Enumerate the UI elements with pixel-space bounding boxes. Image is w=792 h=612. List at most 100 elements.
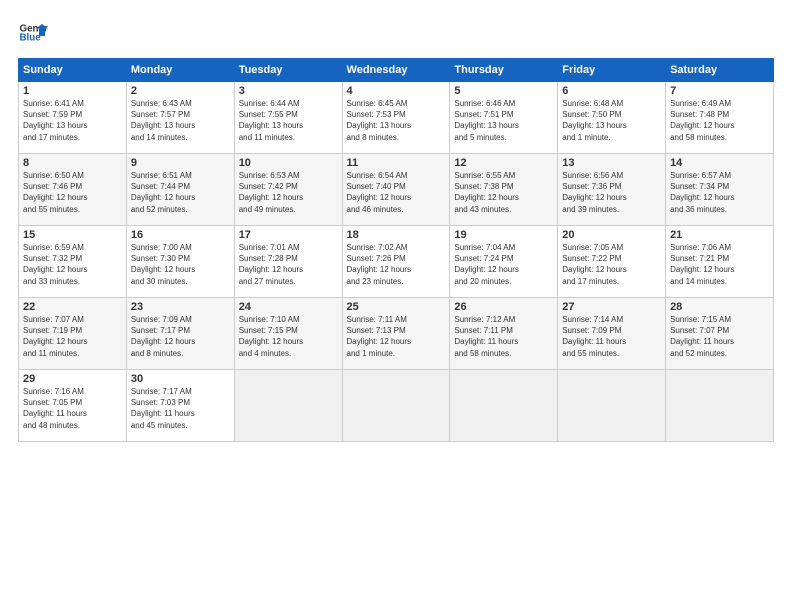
calendar-cell: 17Sunrise: 7:01 AM Sunset: 7:28 PM Dayli… bbox=[234, 226, 342, 298]
header: General Blue bbox=[18, 18, 774, 48]
day-content: Sunrise: 7:07 AM Sunset: 7:19 PM Dayligh… bbox=[23, 314, 122, 359]
calendar-cell: 10Sunrise: 6:53 AM Sunset: 7:42 PM Dayli… bbox=[234, 154, 342, 226]
calendar-cell bbox=[234, 370, 342, 442]
day-number: 17 bbox=[239, 229, 338, 241]
day-content: Sunrise: 6:57 AM Sunset: 7:34 PM Dayligh… bbox=[670, 170, 769, 215]
week-row-4: 22Sunrise: 7:07 AM Sunset: 7:19 PM Dayli… bbox=[19, 298, 774, 370]
calendar-cell: 30Sunrise: 7:17 AM Sunset: 7:03 PM Dayli… bbox=[126, 370, 234, 442]
day-content: Sunrise: 6:51 AM Sunset: 7:44 PM Dayligh… bbox=[131, 170, 230, 215]
calendar-cell: 12Sunrise: 6:55 AM Sunset: 7:38 PM Dayli… bbox=[450, 154, 558, 226]
week-row-5: 29Sunrise: 7:16 AM Sunset: 7:05 PM Dayli… bbox=[19, 370, 774, 442]
day-number: 8 bbox=[23, 157, 122, 169]
day-content: Sunrise: 6:46 AM Sunset: 7:51 PM Dayligh… bbox=[454, 98, 553, 143]
day-number: 22 bbox=[23, 301, 122, 313]
calendar-cell: 13Sunrise: 6:56 AM Sunset: 7:36 PM Dayli… bbox=[558, 154, 666, 226]
day-content: Sunrise: 7:16 AM Sunset: 7:05 PM Dayligh… bbox=[23, 386, 122, 431]
calendar-cell: 21Sunrise: 7:06 AM Sunset: 7:21 PM Dayli… bbox=[666, 226, 774, 298]
page: General Blue SundayMondayTuesdayWednesda… bbox=[0, 0, 792, 612]
header-cell-thursday: Thursday bbox=[450, 59, 558, 82]
day-content: Sunrise: 7:01 AM Sunset: 7:28 PM Dayligh… bbox=[239, 242, 338, 287]
day-number: 7 bbox=[670, 85, 769, 97]
calendar-cell: 6Sunrise: 6:48 AM Sunset: 7:50 PM Daylig… bbox=[558, 82, 666, 154]
day-content: Sunrise: 6:48 AM Sunset: 7:50 PM Dayligh… bbox=[562, 98, 661, 143]
day-number: 29 bbox=[23, 373, 122, 385]
day-content: Sunrise: 7:06 AM Sunset: 7:21 PM Dayligh… bbox=[670, 242, 769, 287]
day-content: Sunrise: 7:10 AM Sunset: 7:15 PM Dayligh… bbox=[239, 314, 338, 359]
day-content: Sunrise: 6:41 AM Sunset: 7:59 PM Dayligh… bbox=[23, 98, 122, 143]
calendar-cell: 22Sunrise: 7:07 AM Sunset: 7:19 PM Dayli… bbox=[19, 298, 127, 370]
day-number: 25 bbox=[347, 301, 446, 313]
calendar-cell: 11Sunrise: 6:54 AM Sunset: 7:40 PM Dayli… bbox=[342, 154, 450, 226]
calendar-cell: 19Sunrise: 7:04 AM Sunset: 7:24 PM Dayli… bbox=[450, 226, 558, 298]
calendar-cell: 1Sunrise: 6:41 AM Sunset: 7:59 PM Daylig… bbox=[19, 82, 127, 154]
week-row-1: 1Sunrise: 6:41 AM Sunset: 7:59 PM Daylig… bbox=[19, 82, 774, 154]
calendar-cell: 5Sunrise: 6:46 AM Sunset: 7:51 PM Daylig… bbox=[450, 82, 558, 154]
calendar-cell: 3Sunrise: 6:44 AM Sunset: 7:55 PM Daylig… bbox=[234, 82, 342, 154]
day-number: 2 bbox=[131, 85, 230, 97]
day-number: 9 bbox=[131, 157, 230, 169]
day-number: 24 bbox=[239, 301, 338, 313]
day-number: 11 bbox=[347, 157, 446, 169]
calendar-cell: 23Sunrise: 7:09 AM Sunset: 7:17 PM Dayli… bbox=[126, 298, 234, 370]
header-row: SundayMondayTuesdayWednesdayThursdayFrid… bbox=[19, 59, 774, 82]
calendar-cell: 9Sunrise: 6:51 AM Sunset: 7:44 PM Daylig… bbox=[126, 154, 234, 226]
day-content: Sunrise: 6:54 AM Sunset: 7:40 PM Dayligh… bbox=[347, 170, 446, 215]
day-content: Sunrise: 6:53 AM Sunset: 7:42 PM Dayligh… bbox=[239, 170, 338, 215]
day-number: 3 bbox=[239, 85, 338, 97]
week-row-2: 8Sunrise: 6:50 AM Sunset: 7:46 PM Daylig… bbox=[19, 154, 774, 226]
day-number: 18 bbox=[347, 229, 446, 241]
calendar-cell: 24Sunrise: 7:10 AM Sunset: 7:15 PM Dayli… bbox=[234, 298, 342, 370]
calendar-cell: 27Sunrise: 7:14 AM Sunset: 7:09 PM Dayli… bbox=[558, 298, 666, 370]
day-number: 27 bbox=[562, 301, 661, 313]
logo: General Blue bbox=[18, 18, 48, 48]
week-row-3: 15Sunrise: 6:59 AM Sunset: 7:32 PM Dayli… bbox=[19, 226, 774, 298]
calendar-cell: 28Sunrise: 7:15 AM Sunset: 7:07 PM Dayli… bbox=[666, 298, 774, 370]
day-number: 21 bbox=[670, 229, 769, 241]
header-cell-friday: Friday bbox=[558, 59, 666, 82]
day-number: 6 bbox=[562, 85, 661, 97]
day-content: Sunrise: 7:05 AM Sunset: 7:22 PM Dayligh… bbox=[562, 242, 661, 287]
day-number: 5 bbox=[454, 85, 553, 97]
calendar-table: SundayMondayTuesdayWednesdayThursdayFrid… bbox=[18, 58, 774, 442]
day-content: Sunrise: 7:17 AM Sunset: 7:03 PM Dayligh… bbox=[131, 386, 230, 431]
calendar-cell: 25Sunrise: 7:11 AM Sunset: 7:13 PM Dayli… bbox=[342, 298, 450, 370]
day-content: Sunrise: 6:43 AM Sunset: 7:57 PM Dayligh… bbox=[131, 98, 230, 143]
day-number: 23 bbox=[131, 301, 230, 313]
calendar-cell bbox=[558, 370, 666, 442]
calendar-cell bbox=[342, 370, 450, 442]
calendar-cell: 26Sunrise: 7:12 AM Sunset: 7:11 PM Dayli… bbox=[450, 298, 558, 370]
header-cell-saturday: Saturday bbox=[666, 59, 774, 82]
day-content: Sunrise: 7:09 AM Sunset: 7:17 PM Dayligh… bbox=[131, 314, 230, 359]
day-content: Sunrise: 7:11 AM Sunset: 7:13 PM Dayligh… bbox=[347, 314, 446, 359]
calendar-cell: 18Sunrise: 7:02 AM Sunset: 7:26 PM Dayli… bbox=[342, 226, 450, 298]
day-number: 4 bbox=[347, 85, 446, 97]
calendar-cell: 7Sunrise: 6:49 AM Sunset: 7:48 PM Daylig… bbox=[666, 82, 774, 154]
calendar-cell bbox=[666, 370, 774, 442]
day-number: 16 bbox=[131, 229, 230, 241]
day-number: 20 bbox=[562, 229, 661, 241]
calendar-cell bbox=[450, 370, 558, 442]
calendar-cell: 15Sunrise: 6:59 AM Sunset: 7:32 PM Dayli… bbox=[19, 226, 127, 298]
day-number: 30 bbox=[131, 373, 230, 385]
day-content: Sunrise: 6:55 AM Sunset: 7:38 PM Dayligh… bbox=[454, 170, 553, 215]
calendar-cell: 20Sunrise: 7:05 AM Sunset: 7:22 PM Dayli… bbox=[558, 226, 666, 298]
day-number: 12 bbox=[454, 157, 553, 169]
day-number: 1 bbox=[23, 85, 122, 97]
day-content: Sunrise: 7:14 AM Sunset: 7:09 PM Dayligh… bbox=[562, 314, 661, 359]
day-number: 19 bbox=[454, 229, 553, 241]
day-content: Sunrise: 6:56 AM Sunset: 7:36 PM Dayligh… bbox=[562, 170, 661, 215]
day-content: Sunrise: 6:44 AM Sunset: 7:55 PM Dayligh… bbox=[239, 98, 338, 143]
day-content: Sunrise: 7:02 AM Sunset: 7:26 PM Dayligh… bbox=[347, 242, 446, 287]
header-cell-monday: Monday bbox=[126, 59, 234, 82]
day-content: Sunrise: 7:04 AM Sunset: 7:24 PM Dayligh… bbox=[454, 242, 553, 287]
header-cell-sunday: Sunday bbox=[19, 59, 127, 82]
day-content: Sunrise: 6:50 AM Sunset: 7:46 PM Dayligh… bbox=[23, 170, 122, 215]
calendar-cell: 8Sunrise: 6:50 AM Sunset: 7:46 PM Daylig… bbox=[19, 154, 127, 226]
header-cell-tuesday: Tuesday bbox=[234, 59, 342, 82]
svg-text:Blue: Blue bbox=[20, 33, 42, 44]
calendar-cell: 2Sunrise: 6:43 AM Sunset: 7:57 PM Daylig… bbox=[126, 82, 234, 154]
day-content: Sunrise: 6:45 AM Sunset: 7:53 PM Dayligh… bbox=[347, 98, 446, 143]
calendar-cell: 29Sunrise: 7:16 AM Sunset: 7:05 PM Dayli… bbox=[19, 370, 127, 442]
day-number: 13 bbox=[562, 157, 661, 169]
day-content: Sunrise: 7:00 AM Sunset: 7:30 PM Dayligh… bbox=[131, 242, 230, 287]
